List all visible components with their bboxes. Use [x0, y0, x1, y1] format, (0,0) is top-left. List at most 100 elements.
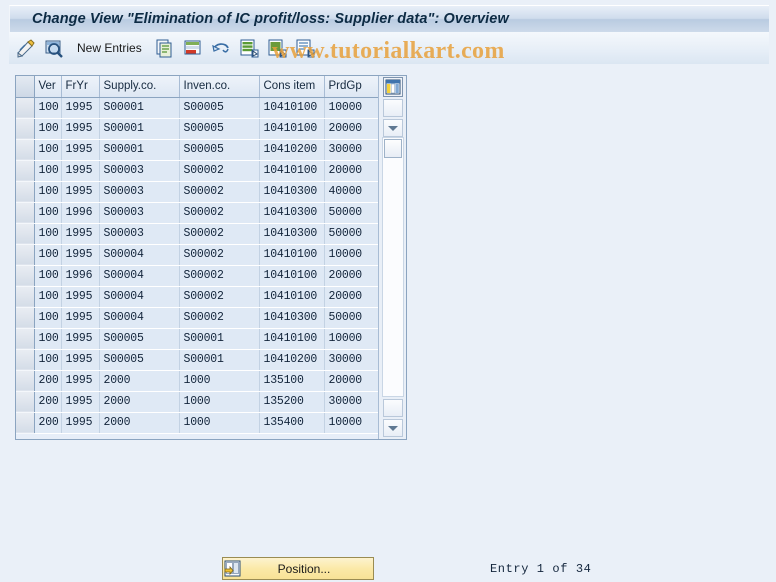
column-header-fryr[interactable]: FrYr [61, 76, 100, 98]
cell-ver[interactable]: 100 [34, 202, 62, 224]
row-selector-cell[interactable] [16, 223, 35, 245]
cell-cons_item[interactable]: 10410200 [259, 139, 325, 161]
row-selector-cell[interactable] [16, 307, 35, 329]
cell-ver[interactable]: 100 [34, 244, 62, 266]
table-row[interactable]: 100 1995 S00005 S00001 10410200 30000 [16, 349, 378, 371]
row-selector-cell[interactable] [16, 349, 35, 371]
cell-cons_item[interactable]: 10410300 [259, 223, 325, 245]
cell-supply_co[interactable]: S00005 [99, 328, 180, 350]
cell-prd_gp[interactable]: 40000 [324, 181, 378, 203]
cell-fryr[interactable]: 1996 [61, 202, 100, 224]
cell-supply_co[interactable]: S00004 [99, 307, 180, 329]
cell-supply_co[interactable]: 2000 [99, 370, 180, 392]
row-selector-cell[interactable] [16, 97, 35, 119]
table-row[interactable]: 100 1996 S00003 S00002 10410300 50000 [16, 202, 378, 224]
cell-ver[interactable]: 100 [34, 328, 62, 350]
cell-ver[interactable]: 100 [34, 118, 62, 140]
table-row[interactable]: 100 1995 S00001 S00005 10410100 10000 [16, 97, 378, 119]
cell-fryr[interactable]: 1995 [61, 181, 100, 203]
cell-supply_co[interactable]: 2000 [99, 391, 180, 413]
cell-supply_co[interactable]: S00001 [99, 139, 180, 161]
position-button[interactable]: Position... [222, 557, 374, 580]
row-selector-cell[interactable] [16, 244, 35, 266]
scrollbar-thumb[interactable] [384, 139, 402, 158]
cell-fryr[interactable]: 1995 [61, 223, 100, 245]
column-header-prd-gp[interactable]: PrdGp [324, 76, 378, 98]
cell-prd_gp[interactable]: 20000 [324, 265, 378, 287]
cell-ver[interactable]: 200 [34, 412, 62, 434]
cell-fryr[interactable]: 1995 [61, 391, 100, 413]
cell-prd_gp[interactable]: 10000 [324, 97, 378, 119]
cell-inven_co[interactable]: S00001 [179, 328, 260, 350]
row-selector-cell[interactable] [16, 391, 35, 413]
cell-inven_co[interactable]: S00002 [179, 202, 260, 224]
column-header-supply-co[interactable]: Supply.co. [99, 76, 180, 98]
table-row[interactable]: 100 1995 S00003 S00002 10410300 50000 [16, 223, 378, 245]
column-header-selector[interactable] [16, 76, 35, 98]
cell-ver[interactable]: 100 [34, 223, 62, 245]
cell-fryr[interactable]: 1996 [61, 265, 100, 287]
row-selector-cell[interactable] [16, 286, 35, 308]
delete-row-icon[interactable] [182, 37, 204, 59]
row-selector-cell[interactable] [16, 328, 35, 350]
cell-fryr[interactable]: 1995 [61, 328, 100, 350]
cell-prd_gp[interactable]: 10000 [324, 412, 378, 434]
copy-icon[interactable] [154, 37, 176, 59]
row-selector-cell[interactable] [16, 265, 35, 287]
cell-ver[interactable]: 100 [34, 286, 62, 308]
scroll-up-button[interactable] [382, 99, 403, 117]
table-row[interactable]: 100 1995 S00004 S00002 10410100 10000 [16, 244, 378, 266]
row-selector-cell[interactable] [16, 412, 35, 434]
cell-supply_co[interactable]: S00003 [99, 202, 180, 224]
cell-inven_co[interactable]: 1000 [179, 391, 260, 413]
display-change-icon[interactable] [15, 37, 37, 59]
cell-cons_item[interactable]: 10410100 [259, 118, 325, 140]
table-row[interactable]: 100 1995 S00004 S00002 10410300 50000 [16, 307, 378, 329]
column-config-icon[interactable] [382, 77, 403, 97]
cell-fryr[interactable]: 1995 [61, 97, 100, 119]
cell-supply_co[interactable]: S00005 [99, 349, 180, 371]
cell-prd_gp[interactable]: 20000 [324, 286, 378, 308]
cell-fryr[interactable]: 1995 [61, 160, 100, 182]
cell-inven_co[interactable]: S00002 [179, 307, 260, 329]
cell-prd_gp[interactable]: 50000 [324, 223, 378, 245]
table-row[interactable]: 200 1995 2000 1000 135200 30000 [16, 391, 378, 413]
cell-cons_item[interactable]: 10410100 [259, 328, 325, 350]
cell-inven_co[interactable]: S00001 [179, 349, 260, 371]
cell-fryr[interactable]: 1995 [61, 307, 100, 329]
cell-prd_gp[interactable]: 30000 [324, 391, 378, 413]
table-row[interactable]: 100 1995 S00003 S00002 10410100 20000 [16, 160, 378, 182]
scrollbar-track[interactable] [382, 137, 404, 397]
table-row[interactable]: 100 1995 S00003 S00002 10410300 40000 [16, 181, 378, 203]
cell-cons_item[interactable]: 10410100 [259, 244, 325, 266]
cell-fryr[interactable]: 1995 [61, 349, 100, 371]
search-magnifier-icon[interactable] [43, 37, 65, 59]
cell-prd_gp[interactable]: 50000 [324, 202, 378, 224]
column-header-inven-co[interactable]: Inven.co. [179, 76, 260, 98]
cell-supply_co[interactable]: S00003 [99, 160, 180, 182]
cell-ver[interactable]: 200 [34, 370, 62, 392]
row-selector-cell[interactable] [16, 181, 35, 203]
cell-ver[interactable]: 100 [34, 265, 62, 287]
cell-cons_item[interactable]: 10410100 [259, 97, 325, 119]
cell-inven_co[interactable]: S00005 [179, 97, 260, 119]
cell-supply_co[interactable]: S00004 [99, 244, 180, 266]
cell-inven_co[interactable]: S00005 [179, 118, 260, 140]
cell-cons_item[interactable]: 10410100 [259, 286, 325, 308]
cell-inven_co[interactable]: S00002 [179, 181, 260, 203]
cell-prd_gp[interactable]: 50000 [324, 307, 378, 329]
row-selector-cell[interactable] [16, 118, 35, 140]
cell-cons_item[interactable]: 10410100 [259, 265, 325, 287]
cell-inven_co[interactable]: S00005 [179, 139, 260, 161]
table-row[interactable]: 200 1995 2000 1000 135400 10000 [16, 412, 378, 434]
cell-ver[interactable]: 100 [34, 181, 62, 203]
cell-fryr[interactable]: 1995 [61, 412, 100, 434]
deselect-all-icon[interactable] [266, 37, 288, 59]
table-row[interactable]: 100 1995 S00004 S00002 10410100 20000 [16, 286, 378, 308]
cell-fryr[interactable]: 1995 [61, 139, 100, 161]
cell-supply_co[interactable]: S00004 [99, 265, 180, 287]
cell-supply_co[interactable]: S00001 [99, 118, 180, 140]
cell-cons_item[interactable]: 10410100 [259, 160, 325, 182]
cell-prd_gp[interactable]: 30000 [324, 139, 378, 161]
cell-cons_item[interactable]: 10410300 [259, 307, 325, 329]
